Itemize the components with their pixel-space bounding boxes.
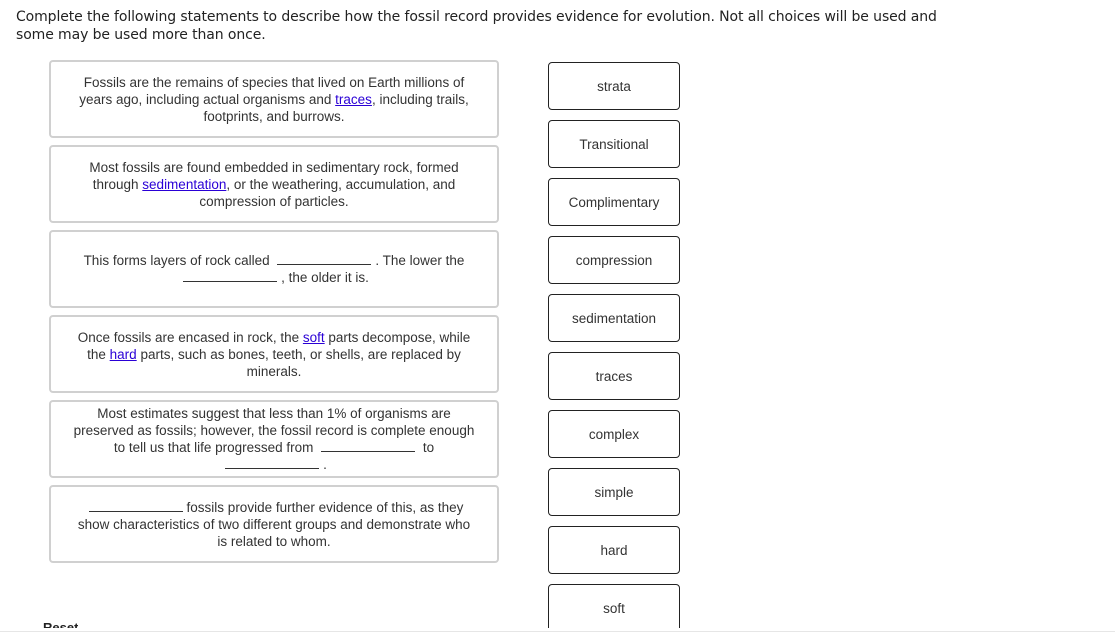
- filled-answer-traces[interactable]: traces: [335, 92, 372, 107]
- word-tile-simple[interactable]: simple: [548, 468, 680, 516]
- word-tile-hard[interactable]: hard: [548, 526, 680, 574]
- word-bank: strata Transitional Complimentary compre…: [548, 62, 680, 628]
- statement-6[interactable]: fossils provide further evidence of this…: [49, 485, 499, 563]
- answer-blank[interactable]: [277, 252, 372, 265]
- instructions: Complete the following statements to des…: [16, 9, 937, 43]
- statement-text: Fossils are the remains of species that …: [79, 74, 469, 124]
- word-tile-traces[interactable]: traces: [548, 352, 680, 400]
- statement-2[interactable]: Most fossils are found embedded in sedim…: [49, 145, 499, 223]
- word-tile-soft[interactable]: soft: [548, 584, 680, 628]
- filled-answer-soft[interactable]: soft: [303, 330, 325, 345]
- filled-answer-hard[interactable]: hard: [110, 347, 137, 362]
- statement-3[interactable]: This forms layers of rock called . The l…: [49, 230, 499, 308]
- answer-blank[interactable]: [183, 269, 278, 282]
- word-tile-strata[interactable]: strata: [548, 62, 680, 110]
- statement-text: Most estimates suggest that less than 1%…: [73, 406, 475, 472]
- statement-text: This forms layers of rock called . The l…: [83, 252, 465, 285]
- answer-blank[interactable]: [321, 439, 416, 452]
- word-tile-compression[interactable]: compression: [548, 236, 680, 284]
- divider: [0, 631, 1115, 632]
- word-tile-complex[interactable]: complex: [548, 410, 680, 458]
- statement-text: Most fossils are found embedded in sedim…: [89, 159, 459, 209]
- answer-blank[interactable]: [225, 456, 320, 469]
- reset-button[interactable]: Reset: [43, 619, 78, 628]
- statement-text: fossils provide further evidence of this…: [77, 499, 471, 549]
- word-tile-complimentary[interactable]: Complimentary: [548, 178, 680, 226]
- word-tile-sedimentation[interactable]: sedimentation: [548, 294, 680, 342]
- statement-list: Fossils are the remains of species that …: [49, 60, 499, 570]
- word-tile-transitional[interactable]: Transitional: [548, 120, 680, 168]
- statement-4[interactable]: Once fossils are encased in rock, the so…: [49, 315, 499, 393]
- filled-answer-sedimentation[interactable]: sedimentation: [142, 177, 226, 192]
- statement-1[interactable]: Fossils are the remains of species that …: [49, 60, 499, 138]
- statement-text: Once fossils are encased in rock, the so…: [77, 329, 471, 379]
- answer-blank[interactable]: [88, 499, 183, 512]
- statement-5[interactable]: Most estimates suggest that less than 1%…: [49, 400, 499, 478]
